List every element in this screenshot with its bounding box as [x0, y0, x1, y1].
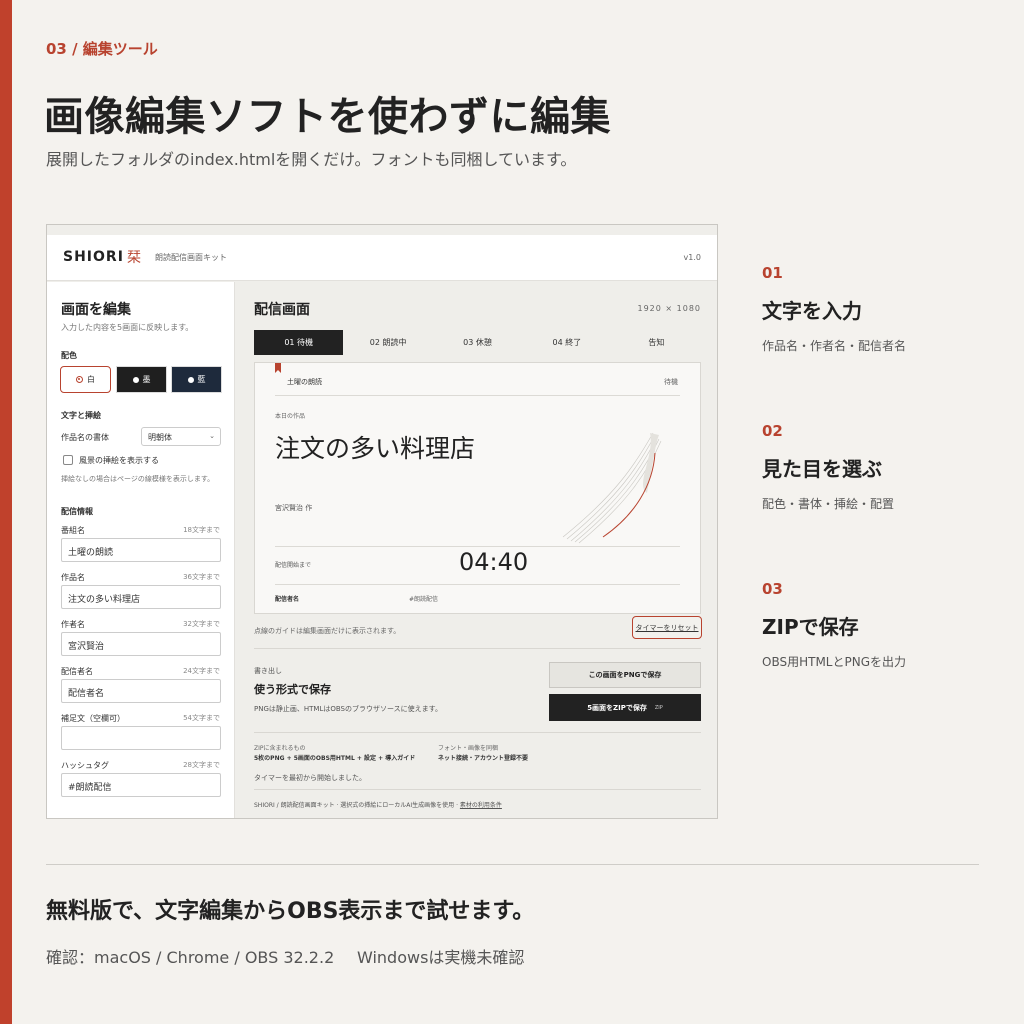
- font-row-label: 作品名の書体: [61, 433, 109, 442]
- illustration-checkbox[interactable]: [63, 455, 73, 465]
- color-label: 配色: [61, 351, 77, 360]
- timer-message: タイマーを最初から開始しました。: [254, 774, 366, 782]
- version-label: v1.0: [683, 253, 701, 262]
- app-brand: SHIORI: [63, 249, 124, 265]
- windows-note: Windowsは実機未確認: [357, 948, 525, 967]
- text-section-label: 文字と挿絵: [61, 411, 101, 420]
- bottom-divider: [46, 864, 979, 865]
- save-zip-button[interactable]: 5画面をZIPで保存 ZIP: [549, 694, 701, 721]
- checkbox-note: 挿絵なしの場合はページの線模様を表示します。: [61, 475, 215, 483]
- brand-mark: 栞: [127, 250, 141, 266]
- dot-icon: [187, 376, 194, 383]
- guide-note: 点線のガイドは編集画面だけに表示されます。: [254, 627, 401, 635]
- tab-reading[interactable]: 02 朗読中: [343, 330, 432, 355]
- export-desc: PNGは静止画、HTMLはOBSのブラウザソースに使えます。: [254, 705, 442, 713]
- author-input[interactable]: 宮沢賢治: [61, 632, 221, 656]
- dot-icon: [132, 376, 139, 383]
- screen-preview: 土曜の朗読 待機 本日の作品 注文の多い料理店 宮沢賢治 作 配信開始まで 04…: [254, 362, 701, 614]
- editor-sidebar: 画面を編集 入力した内容を5画面に反映します。 配色 白 墨 藍 文字と挿絵 作…: [47, 282, 235, 818]
- preview-broadcaster: 配信者名: [275, 596, 300, 603]
- reset-timer-button[interactable]: タイマーをリセット: [632, 616, 702, 639]
- chevron-down-icon: ⌄: [209, 432, 215, 440]
- section-divider: [254, 648, 701, 649]
- sidebar-desc: 入力した内容を5画面に反映します。: [61, 323, 194, 332]
- preview-title: 配信画面: [254, 302, 310, 318]
- section-divider: [254, 789, 701, 790]
- preview-divider: [275, 546, 680, 547]
- tab-break[interactable]: 03 休憩: [433, 330, 522, 355]
- preview-work-title: 注文の多い料理店: [275, 434, 476, 463]
- accent-bar: [0, 0, 12, 1024]
- zip-tag: ZIP: [654, 704, 663, 711]
- resolution-label: 1920 × 1080: [637, 304, 701, 313]
- export-kicker: 書き出し: [254, 667, 282, 675]
- preview-hashtag: #朗読配信: [409, 596, 439, 603]
- section-divider: [254, 732, 701, 733]
- info-section-label: 配信情報: [61, 507, 93, 516]
- bookmark-icon: [275, 363, 281, 373]
- confirm-environment: 確認：macOS / Chrome / OBS 32.2.2: [46, 948, 335, 967]
- preview-divider: [275, 584, 680, 585]
- preview-show-name: 土曜の朗読: [287, 378, 322, 386]
- terms-link[interactable]: 素材の利用条件: [460, 802, 502, 809]
- countdown-timer: 04:40: [459, 548, 529, 576]
- preview-state: 待機: [664, 378, 678, 386]
- tab-end[interactable]: 04 終了: [522, 330, 611, 355]
- note-input[interactable]: [61, 726, 221, 750]
- zip-includes-value: 5枚のPNG + 5画面のOBS用HTML + 設定 + 導入ガイド: [254, 755, 416, 762]
- swatch-black[interactable]: 墨: [116, 366, 167, 393]
- app-header: SHIORI 栞 朗読配信画面キット v1.0: [47, 235, 717, 281]
- work-name-input[interactable]: 注文の多い料理店: [61, 585, 221, 609]
- hashtag-input[interactable]: #朗読配信: [61, 773, 221, 797]
- section-eyebrow: 03 / 編集ツール: [46, 40, 158, 58]
- app-screenshot: SHIORI 栞 朗読配信画面キット v1.0 画面を編集 入力した内容を5画面…: [46, 224, 718, 819]
- zip-includes-label: ZIPに含まれるもの: [254, 745, 306, 752]
- preview-divider: [275, 395, 680, 396]
- app-footer: SHIORI / 朗読配信画面キット · 選択式の挿絵にローカルAI生成画像を使…: [254, 802, 502, 809]
- page-subtitle: 展開したフォルダのindex.htmlを開くだけ。フォントも同梱しています。: [46, 150, 577, 169]
- tab-announce[interactable]: 告知: [612, 330, 701, 355]
- swatch-white[interactable]: 白: [60, 366, 111, 393]
- screen-tabs: 01 待機 02 朗読中 03 休憩 04 終了 告知: [254, 330, 701, 355]
- export-title: 使う形式で保存: [254, 683, 331, 696]
- radio-selected-icon: [76, 376, 83, 383]
- preview-panel: 配信画面 1920 × 1080 01 待機 02 朗読中 03 休憩 04 終…: [236, 282, 717, 818]
- font-select[interactable]: 明朝体 ⌄: [141, 427, 221, 446]
- broadcaster-input[interactable]: 配信者名: [61, 679, 221, 703]
- sidebar-title: 画面を編集: [61, 302, 131, 318]
- countdown-label: 配信開始まで: [275, 562, 312, 569]
- checkbox-label: 風景の挿絵を表示する: [79, 456, 159, 465]
- font-includes-value: ネット接続・アカウント登録不要: [438, 755, 529, 762]
- tab-waiting[interactable]: 01 待機: [254, 330, 344, 355]
- page-title: 画像編集ソフトを使わずに編集: [44, 94, 611, 140]
- bottom-message: 無料版で、文字編集からOBS表示まで試せます。: [46, 899, 535, 924]
- preview-author: 宮沢賢治 作: [275, 504, 313, 512]
- page-curve-illustration: [562, 432, 662, 544]
- swatch-indigo[interactable]: 藍: [171, 366, 222, 393]
- brand-subtitle: 朗読配信画面キット: [155, 253, 227, 262]
- show-name-input[interactable]: 土曜の朗読: [61, 538, 221, 562]
- font-includes-label: フォント・画像を同梱: [438, 745, 499, 752]
- save-png-button[interactable]: この画面をPNGで保存: [549, 662, 701, 688]
- preview-caption: 本日の作品: [275, 413, 306, 420]
